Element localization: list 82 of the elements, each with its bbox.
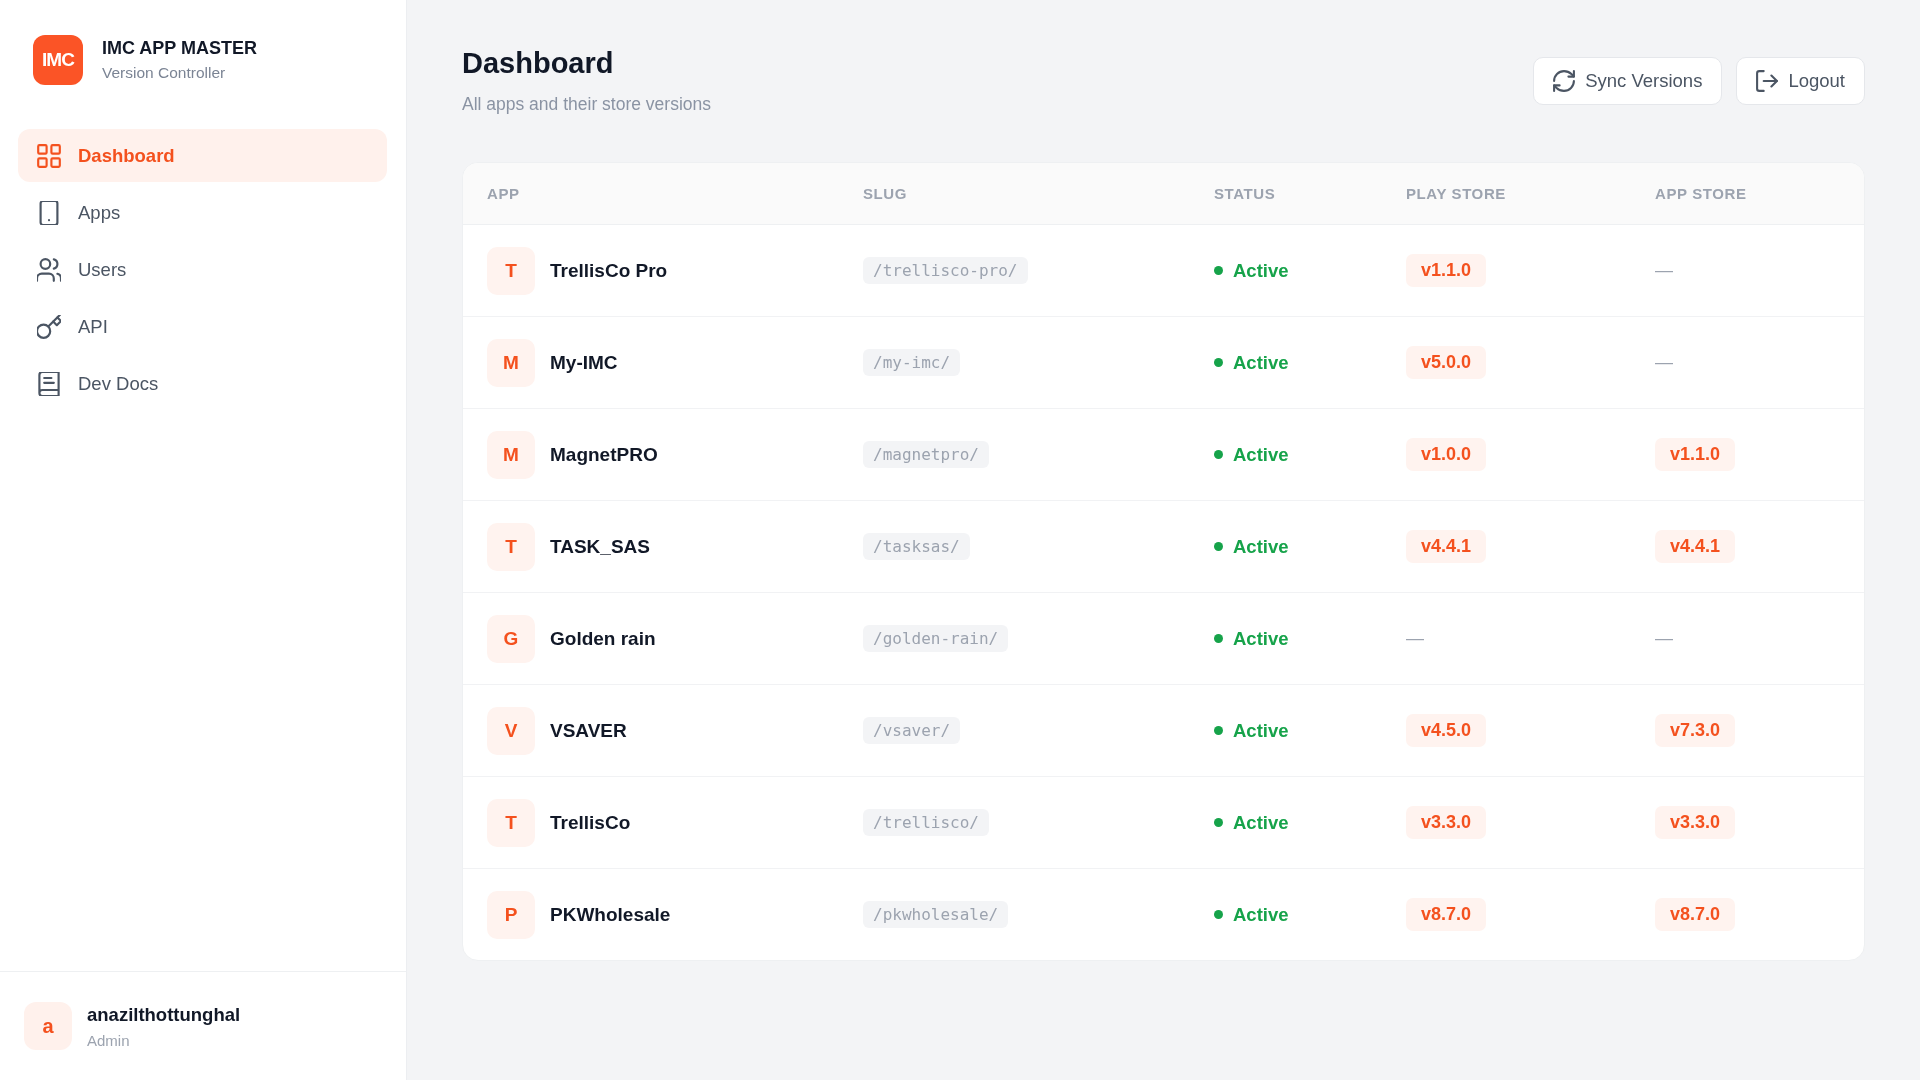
status-text: Active [1233, 811, 1289, 834]
app-name: PKWholesale [550, 903, 671, 926]
logout-button[interactable]: Logout [1736, 57, 1865, 105]
column-header: SLUG [863, 185, 908, 202]
status-dot-icon [1214, 358, 1223, 367]
nav-item[interactable]: Dev Docs [18, 357, 387, 410]
document-icon [37, 371, 61, 396]
version-badge: v4.4.1 [1655, 530, 1736, 563]
empty-value: — [1655, 628, 1673, 649]
status-text: Active [1233, 535, 1289, 558]
status-text: Active [1233, 351, 1289, 374]
status-text: Active [1233, 903, 1289, 926]
empty-value: — [1406, 628, 1424, 649]
empty-value: — [1655, 260, 1673, 281]
status-text: Active [1233, 627, 1289, 650]
status-text: Active [1233, 259, 1289, 282]
status-dot-icon [1214, 818, 1223, 827]
app-name: My-IMC [550, 351, 618, 374]
app-avatar: T [487, 798, 535, 847]
sync-button[interactable]: Sync Versions [1533, 57, 1723, 105]
app-logo: IMC [33, 35, 83, 85]
app-avatar: M [487, 430, 535, 479]
version-badge: v8.7.0 [1406, 898, 1487, 931]
user-role: Admin [87, 1031, 131, 1049]
status-text: Active [1233, 719, 1289, 742]
slug-code: /magnetpro/ [863, 441, 989, 468]
version-badge: v7.3.0 [1655, 714, 1736, 747]
version-badge: v1.1.0 [1655, 438, 1736, 471]
app-name: TrellisCo [550, 811, 631, 834]
version-badge: v1.0.0 [1406, 438, 1487, 471]
app-name: Golden rain [550, 627, 656, 650]
grid-icon [37, 143, 61, 168]
nav-item[interactable]: API [18, 300, 387, 353]
logout-icon [1756, 70, 1779, 92]
version-badge: v3.3.0 [1406, 806, 1487, 839]
user-avatar: a [24, 1002, 72, 1050]
page-title: Dashboard [462, 46, 615, 81]
app-name: VSAVER [550, 719, 627, 742]
app-avatar: P [487, 890, 535, 939]
version-badge: v4.4.1 [1406, 530, 1487, 563]
slug-code: /tasksas/ [863, 533, 970, 560]
status-dot-icon [1214, 634, 1223, 643]
app-name: MagnetPRO [550, 443, 658, 466]
status-dot-icon [1214, 542, 1223, 551]
slug-code: /trellisco/ [863, 809, 989, 836]
status-text: Active [1233, 443, 1289, 466]
app-avatar: T [487, 522, 535, 571]
version-badge: v5.0.0 [1406, 346, 1487, 379]
app-avatar: V [487, 706, 535, 755]
refresh-icon [1553, 70, 1576, 92]
version-badge: v1.1.0 [1406, 254, 1487, 287]
empty-value: — [1655, 352, 1673, 373]
users-icon [37, 257, 61, 282]
app-avatar: T [487, 246, 535, 295]
app-name: TASK_SAS [550, 535, 650, 558]
app-avatar: M [487, 338, 535, 387]
version-badge: v8.7.0 [1655, 898, 1736, 931]
phone-icon [37, 200, 61, 225]
key-icon [37, 314, 61, 339]
nav-item[interactable]: Users [18, 243, 387, 296]
column-header: STATUS [1214, 185, 1276, 202]
status-dot-icon [1214, 726, 1223, 735]
app-title: IMC APP MASTER [102, 38, 257, 59]
slug-code: /vsaver/ [863, 717, 961, 744]
user-name: anazilthottunghal [87, 1003, 241, 1026]
column-header: PLAY STORE [1406, 185, 1506, 202]
app-name: TrellisCo Pro [550, 259, 668, 282]
slug-code: /golden-rain/ [863, 625, 1009, 652]
status-dot-icon [1214, 450, 1223, 459]
slug-code: /pkwholesale/ [863, 901, 1009, 928]
app-avatar: G [487, 614, 535, 663]
app-subtitle: Version Controller [102, 64, 227, 82]
status-dot-icon [1214, 266, 1223, 275]
slug-code: /my-imc/ [863, 349, 961, 376]
version-badge: v3.3.0 [1655, 806, 1736, 839]
nav-item[interactable]: Apps [18, 186, 387, 239]
slug-code: /trellisco-pro/ [863, 257, 1028, 284]
version-badge: v4.5.0 [1406, 714, 1487, 747]
column-header: APP [487, 185, 520, 202]
page-subtitle: All apps and their store versions [462, 93, 712, 115]
column-header: APP STORE [1655, 185, 1747, 202]
status-dot-icon [1214, 910, 1223, 919]
